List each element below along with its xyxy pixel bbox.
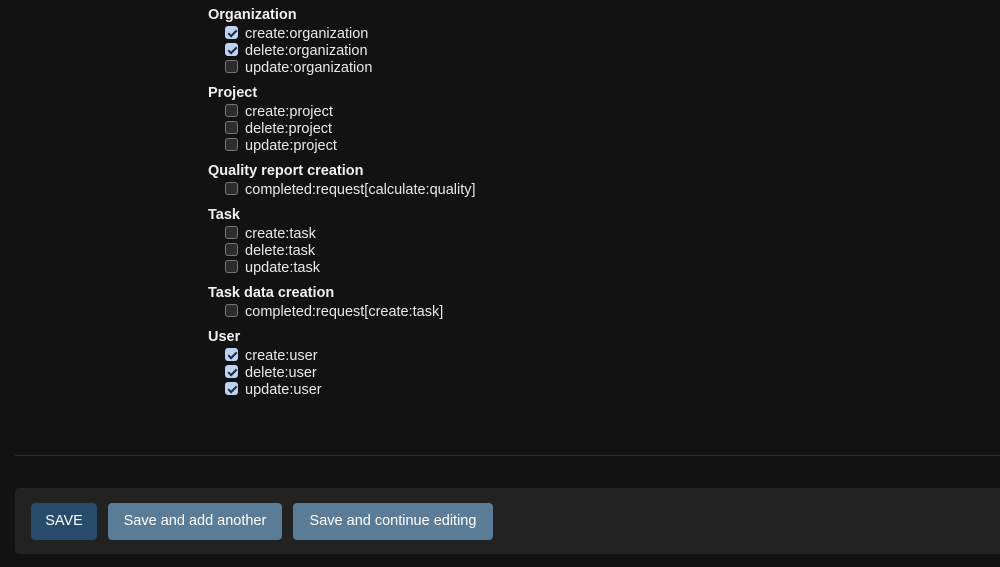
permission-checkbox[interactable] <box>225 365 238 378</box>
permission-group: Task data creation completed:request[crea… <box>208 284 476 321</box>
permission-label: delete:user <box>245 365 317 381</box>
permission-option[interactable]: delete:task <box>208 243 476 260</box>
permission-checkbox[interactable] <box>225 182 238 195</box>
permission-checkbox[interactable] <box>225 60 238 73</box>
permission-group: Organization create:organization delete:or… <box>208 6 476 77</box>
permission-label: delete:organization <box>245 43 368 59</box>
permission-checkbox[interactable] <box>225 260 238 273</box>
permission-checkbox[interactable] <box>225 348 238 361</box>
group-title: Quality report creation <box>208 163 364 179</box>
permission-option[interactable]: create:user <box>208 348 476 365</box>
group-title: Task <box>208 207 240 223</box>
save-button[interactable]: SAVE <box>31 503 97 540</box>
save-and-add-another-button[interactable]: Save and add another <box>108 503 282 540</box>
permission-label: create:user <box>245 348 318 364</box>
permission-label: update:organization <box>245 60 373 76</box>
permission-checkbox[interactable] <box>225 226 238 239</box>
permission-option[interactable]: update:task <box>208 260 476 277</box>
permission-label: create:task <box>245 226 316 242</box>
permission-checkbox[interactable] <box>225 43 238 56</box>
permission-group: Task create:task delete:task update:task <box>208 206 476 277</box>
permission-checkbox[interactable] <box>225 104 238 117</box>
permission-label: update:project <box>245 138 337 154</box>
permission-label: completed:request[create:task] <box>245 304 444 320</box>
submit-row: SAVE Save and add another Save and conti… <box>15 488 1000 554</box>
permission-label: update:user <box>245 382 322 398</box>
permission-option[interactable]: update:project <box>208 138 476 155</box>
permission-option[interactable]: delete:user <box>208 365 476 382</box>
group-title: Task data creation <box>208 285 335 301</box>
permission-group: User create:user delete:user update:user <box>208 328 476 399</box>
permission-option[interactable]: create:task <box>208 226 476 243</box>
permission-option[interactable]: update:organization <box>208 60 476 77</box>
permission-option[interactable]: update:user <box>208 382 476 399</box>
permission-checkbox[interactable] <box>225 26 238 39</box>
permission-label: completed:request[calculate:quality] <box>245 182 476 198</box>
permission-label: delete:project <box>245 121 333 137</box>
permission-group: Quality report creation completed:request… <box>208 162 476 199</box>
permission-checkbox[interactable] <box>225 243 238 256</box>
permission-label: create:organization <box>245 26 369 42</box>
permission-group: Project create:project delete:project updat… <box>208 84 476 155</box>
permission-option[interactable]: delete:organization <box>208 43 476 60</box>
permission-option[interactable]: create:organization <box>208 26 476 43</box>
permissions-form: Organization create:organization delete:or… <box>0 0 1000 567</box>
divider <box>15 455 1000 456</box>
permission-option[interactable]: completed:request[create:task] <box>208 304 476 321</box>
group-title: User <box>208 329 241 345</box>
permission-checkbox[interactable] <box>225 304 238 317</box>
save-and-continue-editing-button[interactable]: Save and continue editing <box>293 503 493 540</box>
permission-label: delete:task <box>245 243 316 259</box>
permission-groups: Organization create:organization delete:or… <box>208 6 476 406</box>
permission-checkbox[interactable] <box>225 138 238 151</box>
permission-label: create:project <box>245 104 333 120</box>
permission-checkbox[interactable] <box>225 382 238 395</box>
permission-option[interactable]: create:project <box>208 104 476 121</box>
permission-option[interactable]: delete:project <box>208 121 476 138</box>
group-title: Organization <box>208 7 297 23</box>
permission-option[interactable]: completed:request[calculate:quality] <box>208 182 476 199</box>
group-title: Project <box>208 85 258 101</box>
permission-label: update:task <box>245 260 320 276</box>
permission-checkbox[interactable] <box>225 121 238 134</box>
